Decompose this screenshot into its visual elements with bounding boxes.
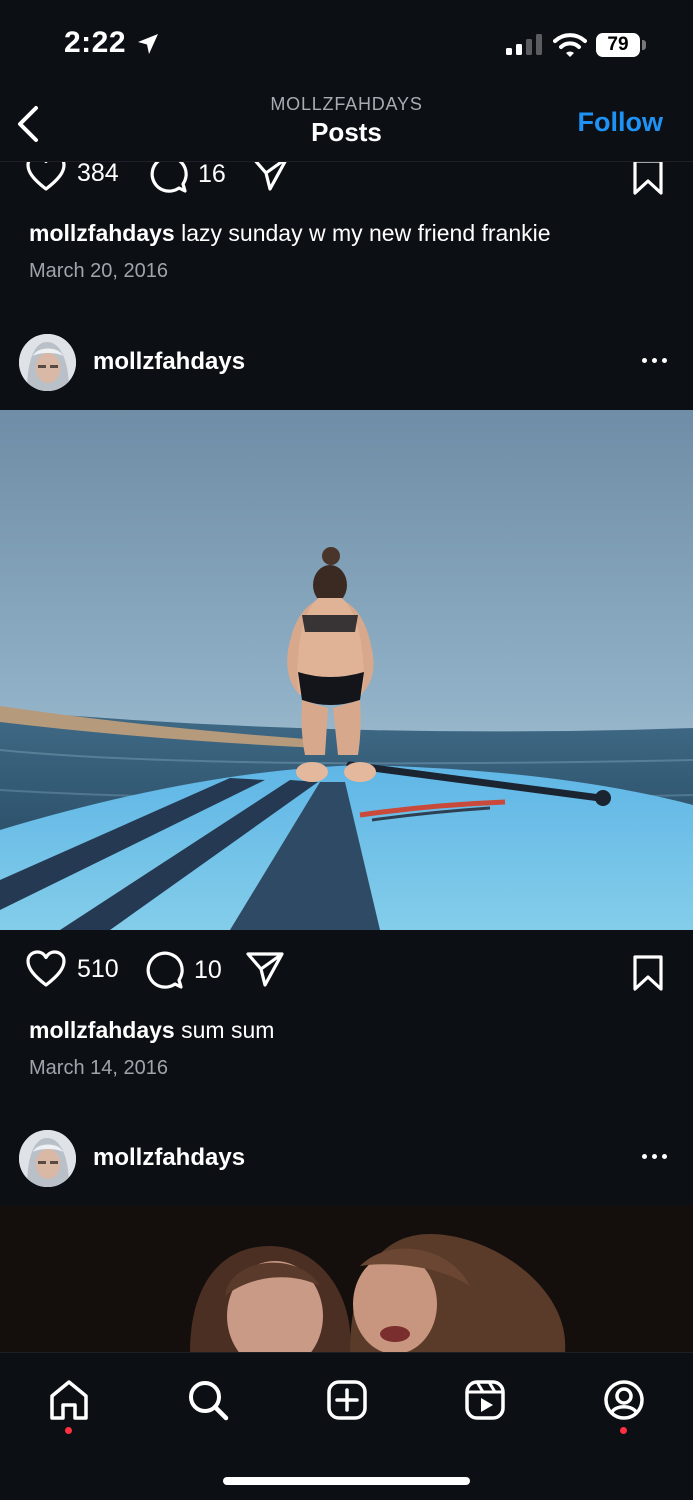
reels-icon bbox=[465, 1380, 505, 1420]
create-icon bbox=[327, 1380, 367, 1420]
caption-username[interactable]: mollzfahdays bbox=[29, 1017, 175, 1043]
like-count: 384 bbox=[77, 162, 119, 187]
nav-profile[interactable] bbox=[599, 1375, 649, 1425]
bottom-nav bbox=[0, 1352, 693, 1500]
comment-icon bbox=[150, 162, 188, 193]
nav-reels[interactable] bbox=[460, 1375, 510, 1425]
bookmark-icon[interactable] bbox=[631, 954, 665, 992]
comment-button[interactable]: 10 bbox=[144, 950, 222, 990]
heart-icon bbox=[26, 162, 66, 191]
bookmark-icon[interactable] bbox=[631, 162, 665, 196]
comment-count: 10 bbox=[194, 955, 222, 984]
post-username[interactable]: mollzfahdays bbox=[93, 348, 245, 376]
comment-button[interactable]: 16 bbox=[148, 162, 226, 194]
caption-text: lazy sunday w my new friend frankie bbox=[174, 220, 551, 246]
avatar[interactable] bbox=[19, 334, 76, 391]
home-icon bbox=[50, 1380, 88, 1420]
nav-home[interactable] bbox=[44, 1375, 94, 1425]
nav-create[interactable] bbox=[322, 1375, 372, 1425]
battery-nub bbox=[642, 40, 646, 50]
post-actions: 384 16 bbox=[0, 162, 693, 202]
location-arrow-icon bbox=[138, 34, 158, 54]
post-date: March 20, 2016 bbox=[29, 260, 168, 282]
wifi-icon bbox=[553, 33, 587, 57]
paper-plane-icon[interactable] bbox=[245, 950, 285, 988]
more-options-icon[interactable] bbox=[642, 1154, 667, 1159]
post-image[interactable] bbox=[0, 1206, 693, 1352]
nav-search[interactable] bbox=[183, 1375, 233, 1425]
post-actions: 510 10 bbox=[0, 950, 693, 998]
post-caption: mollzfahdays lazy sunday w my new friend… bbox=[29, 220, 551, 247]
comment-icon bbox=[146, 951, 184, 989]
top-header: MOLLZFAHDAYS Posts Follow bbox=[0, 90, 693, 162]
home-indicator[interactable] bbox=[223, 1477, 470, 1485]
post-header: mollzfahdays bbox=[0, 1122, 693, 1196]
post-date: March 14, 2016 bbox=[29, 1057, 168, 1079]
cellular-signal-icon bbox=[506, 34, 542, 55]
caption-text: sum sum bbox=[174, 1017, 275, 1043]
status-time: 2:22 bbox=[64, 26, 127, 59]
home-notification-dot bbox=[65, 1427, 72, 1434]
like-button[interactable]: 510 bbox=[25, 950, 119, 988]
caption-username[interactable]: mollzfahdays bbox=[29, 220, 175, 246]
profile-notification-dot bbox=[620, 1427, 627, 1434]
like-button[interactable]: 384 bbox=[25, 162, 119, 192]
post-header: mollzfahdays bbox=[0, 326, 693, 400]
comment-count: 16 bbox=[198, 162, 226, 188]
avatar[interactable] bbox=[19, 1130, 76, 1187]
post-caption: mollzfahdays sum sum bbox=[29, 1017, 274, 1044]
posts-feed[interactable]: 384 16 mollzfahdays lazy sunday w my new… bbox=[0, 162, 693, 1352]
like-count: 510 bbox=[77, 954, 119, 983]
heart-icon bbox=[26, 950, 66, 987]
post-image[interactable] bbox=[0, 410, 693, 930]
paper-plane-icon[interactable] bbox=[250, 162, 290, 192]
more-options-icon[interactable] bbox=[642, 358, 667, 363]
search-icon bbox=[189, 1381, 229, 1421]
status-bar: 2:22 79 bbox=[0, 0, 693, 90]
battery-indicator: 79 bbox=[596, 33, 640, 57]
profile-icon bbox=[604, 1380, 644, 1420]
follow-button[interactable]: Follow bbox=[578, 107, 663, 138]
post-username[interactable]: mollzfahdays bbox=[93, 1144, 245, 1172]
